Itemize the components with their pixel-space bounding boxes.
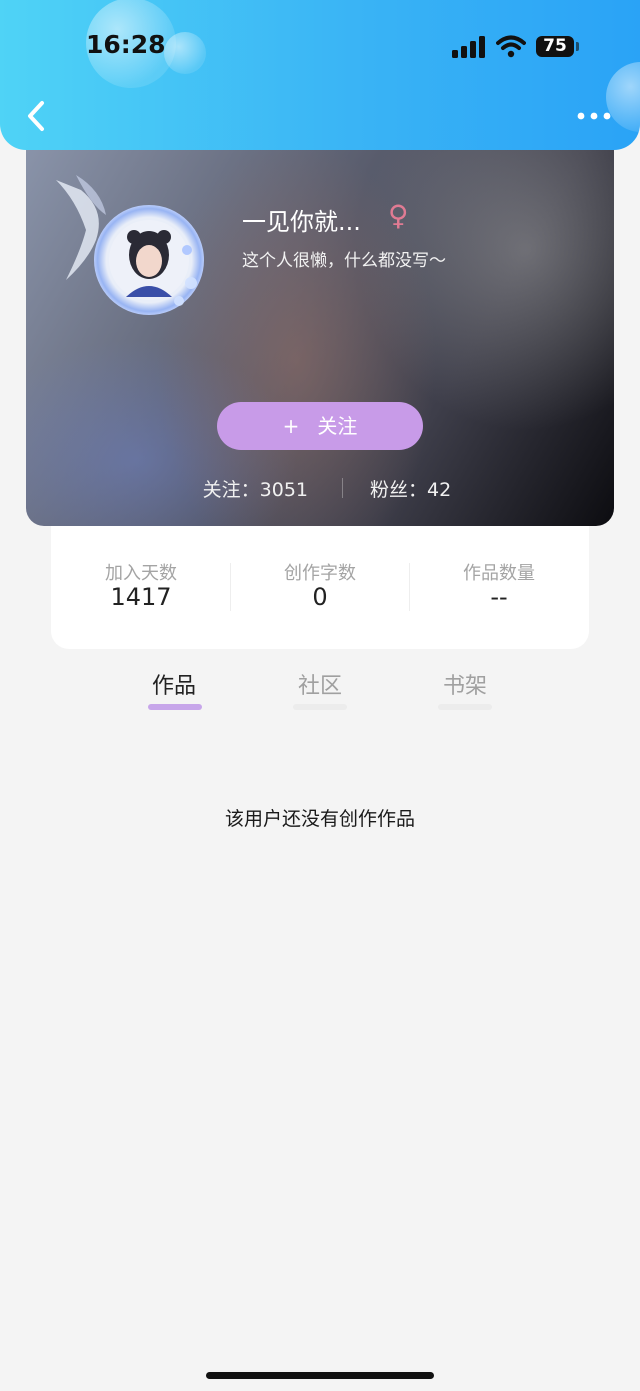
stat-label: 加入天数 — [105, 563, 177, 584]
count-divider — [342, 478, 343, 498]
follow-button-label: 关注 — [317, 414, 358, 438]
profile-tabs: 作品 社区 书架 — [0, 668, 640, 712]
tab-community[interactable]: 社区 — [275, 668, 365, 700]
empty-state-message: 该用户还没有创作作品 — [224, 808, 415, 830]
stat-join-days: 加入天数 1417 — [51, 559, 231, 611]
decor-bubble — [164, 32, 206, 74]
stat-works-count: 作品数量 -- — [409, 559, 589, 611]
nickname: 一见你就... — [242, 208, 361, 236]
cellular-signal-icon — [452, 36, 485, 58]
wifi-icon — [496, 35, 526, 58]
tab-works[interactable]: 作品 — [129, 668, 219, 700]
top-header: 16:28 75 — [0, 0, 640, 150]
more-dots-icon[interactable] — [576, 110, 612, 122]
stat-word-count: 创作字数 0 — [230, 559, 410, 611]
status-time: 16:28 — [86, 30, 166, 59]
bio-text: 这个人很懒，什么都没写～ — [242, 251, 446, 271]
tab-bookshelf-underline — [438, 704, 492, 710]
tab-community-underline — [293, 704, 347, 710]
follow-counts: 关注：3051 粉丝：42 — [26, 475, 614, 501]
stat-value: -- — [490, 583, 508, 611]
stat-value: 1417 — [110, 583, 172, 611]
profile-card: 一见你就... ♀ 这个人很懒，什么都没写～ + 关注 关注：3051 粉丝：42 — [26, 130, 614, 526]
plus-icon: + — [282, 414, 300, 438]
stat-label: 创作字数 — [284, 563, 356, 584]
follow-button[interactable]: + 关注 — [217, 402, 423, 450]
chevron-left-icon[interactable] — [22, 98, 50, 134]
avatar-portrait-icon — [109, 220, 197, 306]
tab-bookshelf[interactable]: 书架 — [420, 668, 510, 700]
female-gender-icon: ♀ — [388, 199, 409, 232]
stats-card: 加入天数 1417 创作字数 0 作品数量 -- — [51, 505, 589, 649]
stat-label: 作品数量 — [463, 563, 535, 584]
battery-icon: 75 — [536, 36, 579, 57]
tab-works-underline — [148, 704, 202, 710]
following-count[interactable]: 关注：3051 — [203, 475, 308, 502]
avatar[interactable] — [94, 205, 204, 315]
fans-count[interactable]: 粉丝：42 — [370, 475, 451, 502]
stat-value: 0 — [312, 583, 328, 611]
home-indicator — [206, 1372, 434, 1379]
